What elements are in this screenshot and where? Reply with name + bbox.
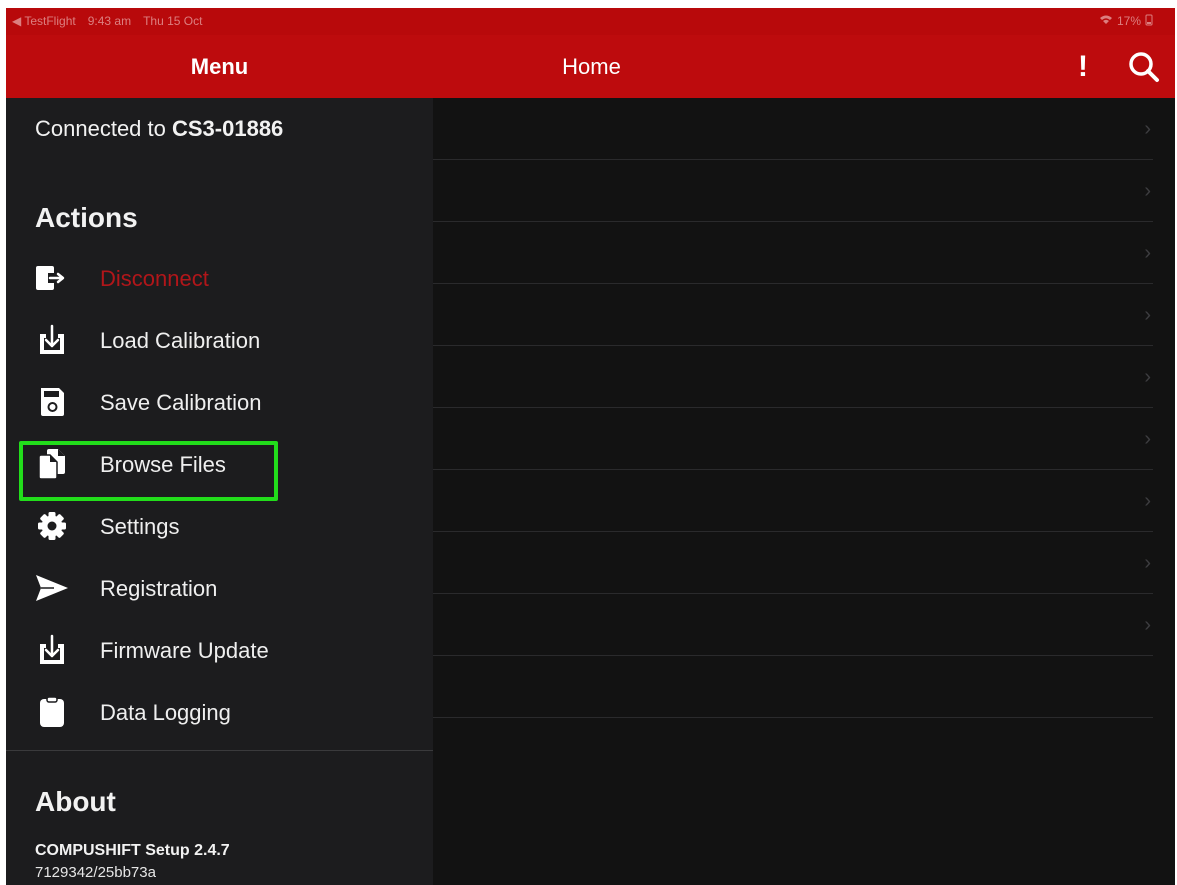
send-icon bbox=[34, 572, 70, 604]
list-item[interactable]: › bbox=[433, 222, 1153, 284]
list-item[interactable]: › bbox=[433, 98, 1153, 160]
chevron-right-icon: › bbox=[1144, 428, 1151, 450]
chevron-right-icon: › bbox=[1144, 242, 1151, 264]
battery-level: 17% bbox=[1116, 14, 1141, 28]
list-item[interactable]: › bbox=[433, 160, 1153, 222]
sidebar-menu: Connected to CS3-01886 Actions Disconnec… bbox=[6, 98, 433, 885]
action-label: Load Calibration bbox=[100, 328, 261, 353]
connection-status: Connected to CS3-01886 bbox=[35, 116, 283, 142]
clipboard-icon bbox=[34, 696, 70, 728]
about-title: About bbox=[35, 786, 116, 817]
action-label: Firmware Update bbox=[100, 638, 269, 663]
action-firmware-update[interactable]: Firmware Update bbox=[6, 622, 433, 678]
chevron-right-icon: › bbox=[1144, 180, 1151, 202]
wifi-icon bbox=[1099, 14, 1113, 29]
action-disconnect[interactable]: Disconnect bbox=[6, 250, 433, 306]
gear-icon bbox=[34, 510, 70, 542]
device-name: CS3-01886 bbox=[171, 116, 284, 141]
status-time: 9:43 am bbox=[87, 14, 132, 28]
chevron-right-icon: › bbox=[1144, 118, 1151, 140]
logout-icon bbox=[34, 262, 70, 294]
status-date: Thu 15 Oct bbox=[143, 14, 203, 28]
download-icon bbox=[34, 324, 70, 356]
selection-highlight bbox=[19, 441, 278, 501]
list-item[interactable]: › bbox=[433, 284, 1153, 346]
app-screen: ◀ TestFlight 9:43 am Thu 15 Oct 17% Menu… bbox=[6, 8, 1175, 885]
home-content: › › › › › › › › › bbox=[433, 98, 1175, 885]
list-item[interactable]: › bbox=[433, 532, 1153, 594]
action-label: Settings bbox=[100, 514, 180, 539]
action-load-calibration[interactable]: Load Calibration bbox=[6, 312, 433, 368]
action-save-calibration[interactable]: Save Calibration bbox=[6, 374, 433, 430]
list-item[interactable]: › bbox=[433, 408, 1153, 470]
action-label: Data Logging bbox=[100, 700, 231, 725]
list-item bbox=[433, 656, 1153, 718]
status-left: ◀ TestFlight 9:43 am Thu 15 Oct bbox=[12, 14, 202, 28]
chevron-right-icon: › bbox=[1144, 304, 1151, 326]
action-label: Disconnect bbox=[100, 266, 209, 291]
status-bar: ◀ TestFlight 9:43 am Thu 15 Oct 17% bbox=[6, 8, 1175, 35]
list-item[interactable]: › bbox=[433, 470, 1153, 532]
chevron-right-icon: › bbox=[1144, 366, 1151, 388]
menu-title: Menu bbox=[190, 54, 249, 79]
navigation-bar: Menu Home ! bbox=[6, 35, 1175, 98]
status-right: 17% bbox=[1099, 14, 1153, 29]
save-icon bbox=[34, 386, 70, 418]
connected-prefix: Connected to bbox=[35, 116, 172, 141]
home-title: Home bbox=[562, 54, 621, 79]
action-settings[interactable]: Settings bbox=[6, 498, 433, 554]
action-label: Save Calibration bbox=[100, 390, 262, 415]
battery-icon bbox=[1145, 14, 1153, 29]
app-build: 7129342/25bb73a bbox=[35, 864, 156, 881]
action-label: Registration bbox=[100, 576, 218, 601]
download-icon bbox=[34, 634, 70, 666]
action-registration[interactable]: Registration bbox=[6, 560, 433, 616]
search-icon[interactable] bbox=[1126, 49, 1162, 85]
sidebar-divider bbox=[6, 750, 433, 751]
back-to-app-link[interactable]: ◀ TestFlight bbox=[12, 14, 76, 28]
action-data-logging[interactable]: Data Logging bbox=[6, 684, 433, 740]
actions-title: Actions bbox=[35, 202, 138, 233]
alert-icon[interactable]: ! bbox=[1072, 49, 1094, 85]
list-item[interactable]: › bbox=[433, 594, 1153, 656]
chevron-right-icon: › bbox=[1144, 490, 1151, 512]
list-item[interactable]: › bbox=[433, 346, 1153, 408]
app-name-version: COMPUSHIFT Setup 2.4.7 bbox=[35, 842, 230, 859]
chevron-right-icon: › bbox=[1144, 614, 1151, 636]
chevron-right-icon: › bbox=[1144, 552, 1151, 574]
